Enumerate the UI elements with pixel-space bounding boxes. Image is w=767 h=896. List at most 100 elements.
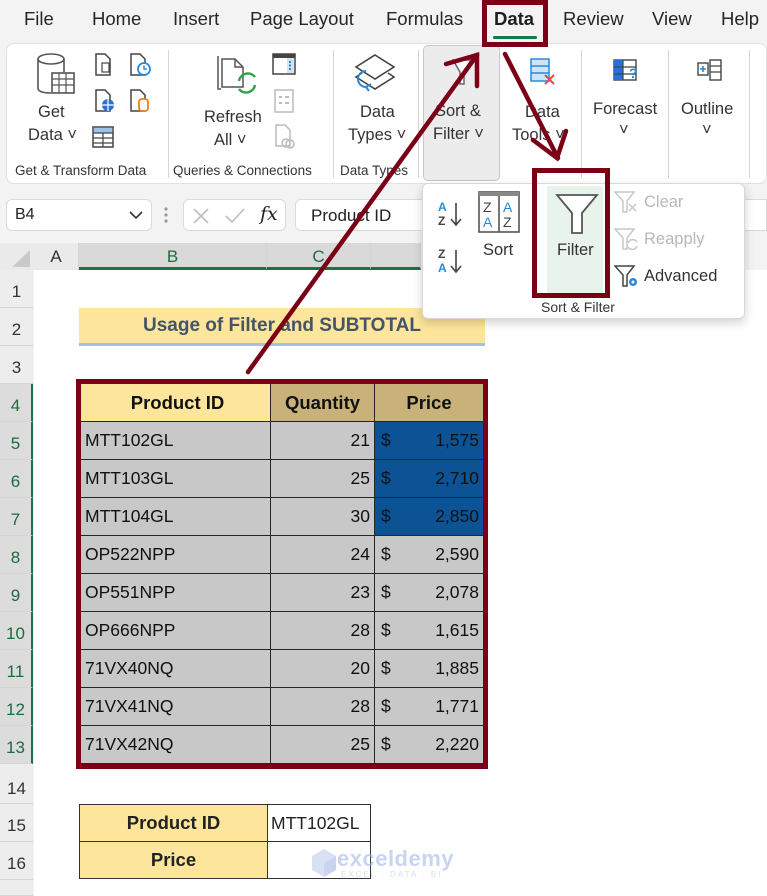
row-header-14[interactable]: 14 [0,764,33,804]
cell-price[interactable]: $1,771 [375,688,483,726]
tab-help[interactable]: Help [721,8,759,30]
cell-product-id[interactable]: OP551NPP [81,574,271,612]
cell-quantity[interactable]: 25 [271,726,375,764]
row-header-9[interactable]: 9 [0,574,33,612]
data-tools-label-2: Tools ˅ [512,126,565,144]
grip-dots-icon[interactable] [163,205,169,225]
cell-quantity[interactable]: 20 [271,650,375,688]
tab-file[interactable]: File [24,8,54,30]
row-header-13[interactable]: 13 [0,726,33,764]
lookup-price-label[interactable]: Price [79,841,268,879]
cell-quantity[interactable]: 28 [271,688,375,726]
row-header-4[interactable]: 4 [0,384,33,422]
header-quantity[interactable]: Quantity [271,384,375,422]
outline-icon [697,59,722,81]
menu-bar: File Home Insert Page Layout Formulas Da… [0,0,767,42]
sort-filter-icon [451,59,473,85]
row-header-5[interactable]: 5 [0,422,33,460]
row-header-17[interactable] [0,880,33,896]
row-header-8[interactable]: 8 [0,536,33,574]
sort-dialog-icon: Z A A Z [478,191,520,233]
cell-quantity[interactable]: 23 [271,574,375,612]
properties-icon[interactable] [274,89,294,113]
cell-price[interactable]: $1,615 [375,612,483,650]
sort-label: Sort [483,241,514,259]
enter-check-icon[interactable] [224,206,246,226]
recent-sources-icon[interactable] [129,53,153,77]
lookup-product-id-value[interactable]: MTT102GL [267,804,371,842]
svg-text:A: A [483,214,493,230]
tab-home[interactable]: Home [92,8,141,30]
column-header-c[interactable]: C [267,243,371,270]
currency-symbol: $ [381,544,391,564]
cell-product-id[interactable]: OP522NPP [81,536,271,574]
svg-text:A: A [438,200,447,214]
row-header-16[interactable]: 16 [0,842,33,880]
from-table-range-icon[interactable] [91,125,115,149]
cell-product-id[interactable]: MTT102GL [81,422,271,460]
row-header-3[interactable]: 3 [0,346,33,384]
tab-insert[interactable]: Insert [173,8,219,30]
cell-product-id[interactable]: OP666NPP [81,612,271,650]
cell-price[interactable]: $2,710 [375,460,483,498]
row-header-2[interactable]: 2 [0,308,33,346]
row-header-15[interactable]: 15 [0,804,33,842]
cell-quantity[interactable]: 30 [271,498,375,536]
row-header-6[interactable]: 6 [0,460,33,498]
tab-page-layout[interactable]: Page Layout [250,8,354,30]
cell-price[interactable]: $2,590 [375,536,483,574]
tab-view[interactable]: View [652,8,692,30]
row-header-10[interactable]: 10 [0,612,33,650]
row-header-1[interactable]: 1 [0,270,33,308]
cell-product-id[interactable]: 71VX42NQ [81,726,271,764]
cell-product-id[interactable]: 71VX41NQ [81,688,271,726]
header-price[interactable]: Price [375,384,483,422]
chevron-down-icon[interactable] [129,211,143,220]
cell-price[interactable]: $2,220 [375,726,483,764]
tab-review[interactable]: Review [563,8,624,30]
from-web-icon[interactable] [94,89,118,113]
header-product-id[interactable]: Product ID [81,384,271,422]
data-tools-icon [530,58,555,85]
sort-a-to-z-button[interactable]: A Z [437,199,465,229]
cancel-icon[interactable] [191,206,211,226]
column-header-a[interactable]: A [34,243,79,270]
group-separator [749,50,750,178]
sort-filter-button[interactable]: Sort & Filter ˅ [423,45,500,181]
cell-price[interactable]: $1,575 [375,422,483,460]
cell-price[interactable]: $2,850 [375,498,483,536]
cell-price[interactable]: $1,885 [375,650,483,688]
forecast-label-2: ˅ [619,121,629,139]
sort-z-to-a-button[interactable]: Z A [437,246,465,276]
name-box[interactable]: B4 [6,199,152,231]
data-types-label-1: Data [360,103,395,121]
cell-product-id[interactable]: MTT104GL [81,498,271,536]
sort-filter-label-1: Sort & [435,102,481,120]
lookup-price-value[interactable] [267,841,371,879]
insert-function-icon[interactable]: fx [260,203,278,225]
forecast-icon: ? [613,59,638,81]
row-header-12[interactable]: 12 [0,688,33,726]
existing-connections-icon[interactable] [129,89,153,113]
row-header-7[interactable]: 7 [0,498,33,536]
currency-symbol: $ [381,506,391,526]
from-text-csv-icon[interactable] [94,53,114,77]
tab-formulas[interactable]: Formulas [386,8,463,30]
cell-quantity[interactable]: 28 [271,612,375,650]
formula-controls: fx [183,199,286,231]
cell-product-id[interactable]: MTT103GL [81,460,271,498]
data-tab-highlight-box [482,0,548,47]
cell-quantity[interactable]: 21 [271,422,375,460]
cell-product-id[interactable]: 71VX40NQ [81,650,271,688]
price-value: 1,575 [435,430,479,450]
cell-price[interactable]: $2,078 [375,574,483,612]
price-value: 1,885 [435,658,479,678]
queries-connections-icon[interactable] [272,53,296,75]
edit-links-icon[interactable] [274,124,296,150]
column-header-d[interactable] [371,243,421,270]
lookup-product-id-label[interactable]: Product ID [79,804,268,842]
cell-quantity[interactable]: 25 [271,460,375,498]
column-header-b[interactable]: B [79,243,267,270]
row-header-11[interactable]: 11 [0,650,33,688]
cell-quantity[interactable]: 24 [271,536,375,574]
